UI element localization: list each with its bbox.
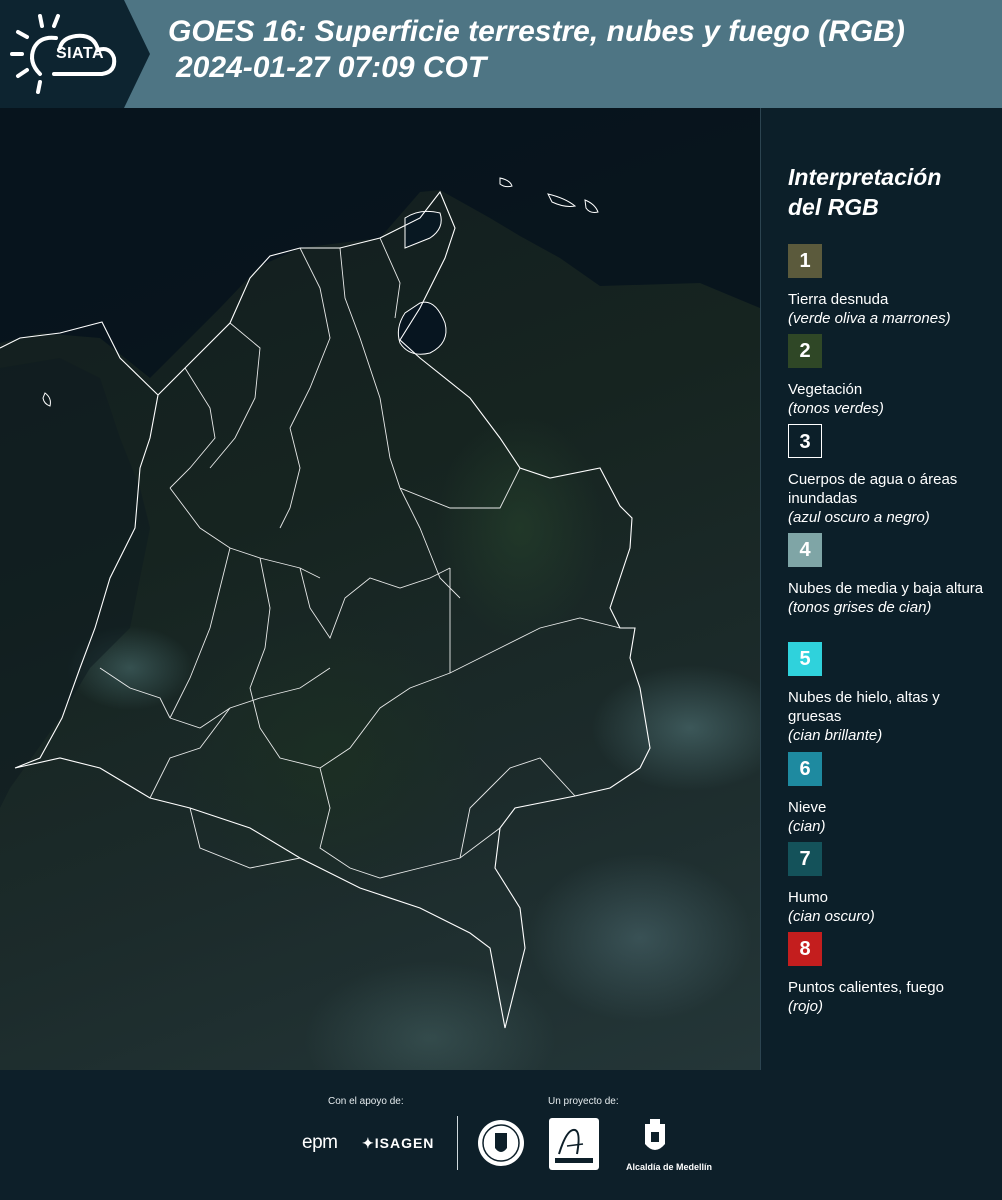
area-metropolitana-logo [549, 1118, 599, 1170]
legend-item-description: (verde oliva a marrones) [788, 310, 951, 327]
legend-item-label: Tierra desnuda (verde oliva a marrones) [788, 290, 993, 328]
satellite-map [0, 108, 761, 1070]
legend-item-label: Humo (cian oscuro) [788, 888, 993, 926]
legend-swatch: 8 [788, 932, 822, 966]
legend-item-name: Nieve [788, 799, 827, 816]
isagen-logo: ✦ISAGEN [362, 1135, 434, 1152]
legend-swatch: 7 [788, 842, 822, 876]
title-line-1: GOES 16: Superficie terrestre, nubes y f… [168, 15, 905, 48]
legend-item-name: Puntos calientes, fuego [788, 979, 944, 996]
legend-item-name: Nubes de media y baja altura [788, 580, 984, 597]
legend-swatch: 1 [788, 244, 822, 278]
legend-item-label: Nieve (cian) [788, 798, 993, 836]
legend-swatch: 3 [788, 424, 822, 458]
area-metropolitana-mark-icon [555, 1128, 593, 1163]
legend-swatch: 4 [788, 533, 822, 567]
maracaibo-lake [397, 301, 447, 355]
isagen-star-icon: ✦ [362, 1135, 375, 1151]
legend-item-description: (cian oscuro) [788, 908, 875, 925]
caribbean-sea [0, 108, 760, 378]
legend-item-label: Nubes de media y baja altura (tonos gris… [788, 579, 993, 617]
title-line-2-timestamp: 2024-01-27 07:09 COT [176, 51, 487, 84]
legend-item-description: (cian) [788, 818, 826, 835]
support-label: Con el apoyo de: [328, 1096, 404, 1107]
gulf-of-venezuela [404, 210, 442, 249]
legend-item-name: Nubes de hielo, altas y gruesas [788, 689, 940, 725]
legend-item-name: Humo [788, 889, 829, 906]
legend-item-label: Nubes de hielo, altas y gruesas (cian br… [788, 688, 993, 745]
map-boundaries [0, 108, 760, 1029]
legend-item-name: Tierra desnuda [788, 291, 889, 308]
legend-item-label: Puntos calientes, fuego (rojo) [788, 978, 993, 1016]
university-seal-icon [478, 1120, 524, 1166]
project-label: Un proyecto de: [548, 1096, 619, 1107]
legend-title-line-2: del RGB [788, 194, 879, 220]
siata-logo: SIATA [0, 0, 150, 108]
page-title: GOES 16: Superficie terrestre, nubes y f… [168, 14, 905, 86]
legend-item-description: (tonos grises de cian) [788, 599, 932, 616]
legend-swatch: 5 [788, 642, 822, 676]
legend-title-line-1: Interpretación [788, 164, 942, 190]
siata-logo-text: SIATA [55, 45, 105, 62]
legend-item-label: Cuerpos de agua o áreas inundadas (azul … [788, 470, 993, 527]
legend-swatch: 6 [788, 752, 822, 786]
legend-item-description: (azul oscuro a negro) [788, 509, 930, 526]
footer: Con el apoyo de: Un proyecto de: epm ✦IS… [0, 1070, 1002, 1200]
header-bar: SIATA GOES 16: Superficie terrestre, nub… [0, 0, 1002, 108]
legend-title: Interpretación del RGB [788, 162, 993, 222]
medellin-logo-text: Alcaldía de Medellín [626, 1162, 713, 1172]
legend-item-name: Vegetación [788, 381, 863, 398]
legend-item-label: Vegetación (tonos verdes) [788, 380, 993, 418]
footer-divider [457, 1116, 458, 1170]
legend-item-description: (tonos verdes) [788, 400, 884, 417]
pacific-ocean [0, 358, 150, 808]
isagen-logo-text: ISAGEN [374, 1135, 435, 1151]
rgb-legend: Interpretación del RGB 1 Tierra desnuda … [788, 162, 993, 1015]
medellin-shield-icon [645, 1119, 665, 1150]
legend-item-description: (rojo) [788, 998, 824, 1015]
legend-item-description: (cian brillante) [788, 727, 883, 744]
legend-item-name: Cuerpos de agua o áreas inundadas [788, 471, 958, 507]
legend-swatch: 2 [788, 334, 822, 368]
epm-logo: epm [302, 1132, 338, 1153]
